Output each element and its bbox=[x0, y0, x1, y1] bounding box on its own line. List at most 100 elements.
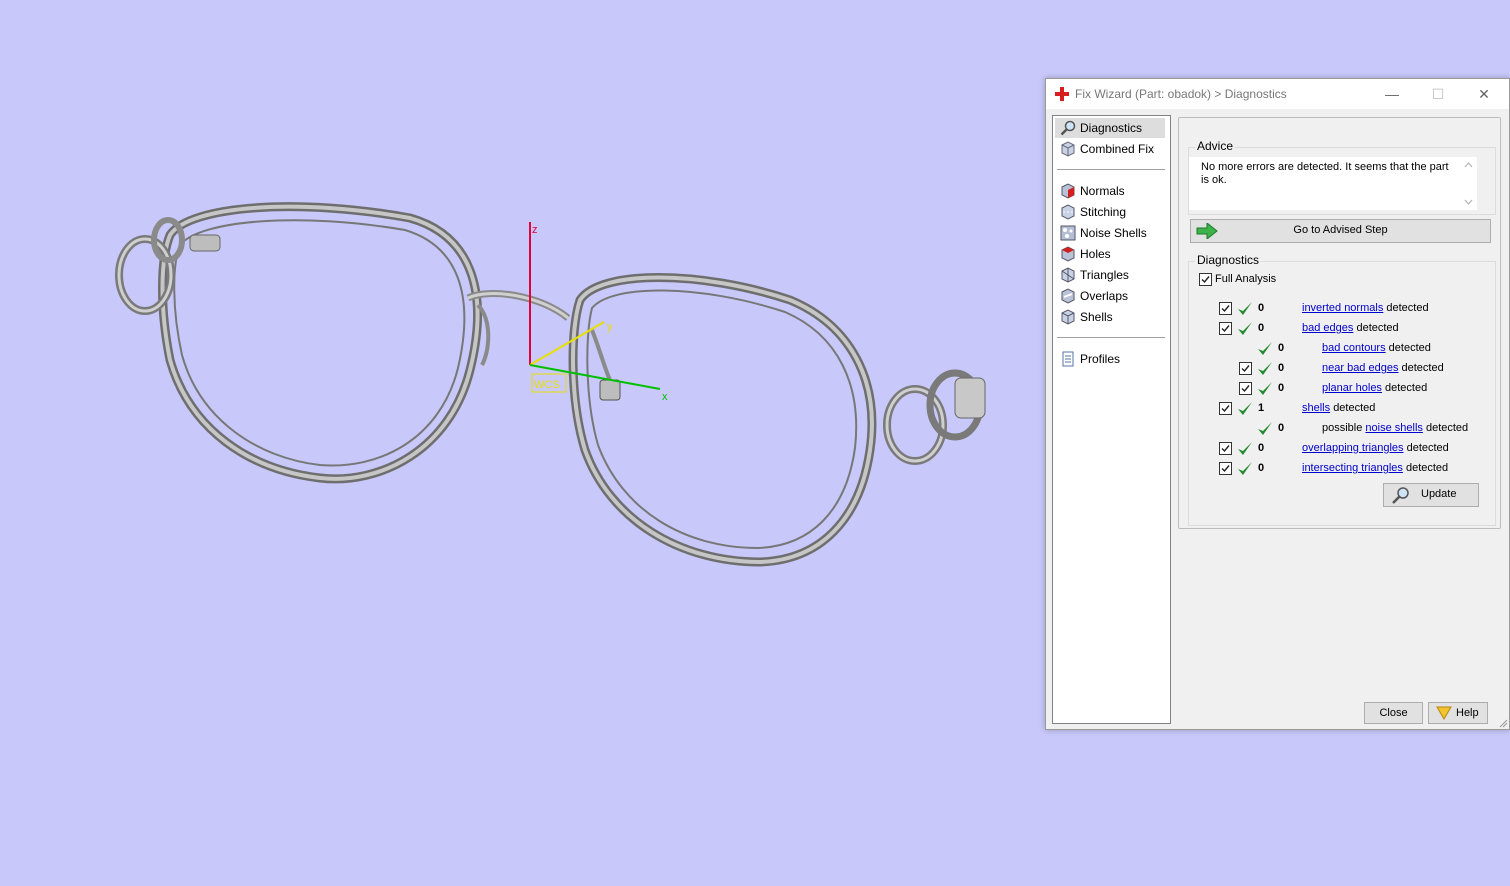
fix-wizard-dialog: Fix Wizard (Part: obadok) > Diagnostics … bbox=[1045, 78, 1510, 730]
axis-z-label: z bbox=[532, 224, 538, 236]
glasses-model[interactable]: z y x WCS bbox=[0, 0, 1040, 886]
row-checkbox[interactable] bbox=[1239, 362, 1252, 375]
row-checkbox[interactable] bbox=[1219, 322, 1232, 335]
shells-icon bbox=[1061, 309, 1075, 325]
green-check-icon bbox=[1258, 422, 1272, 435]
nav-item-diagnostics[interactable]: Diagnostics bbox=[1055, 118, 1165, 138]
help-funnel-icon bbox=[1436, 706, 1452, 720]
3d-viewport[interactable]: z y x WCS bbox=[0, 0, 1040, 886]
full-analysis-checkbox[interactable] bbox=[1199, 273, 1212, 286]
dialog-title: Fix Wizard (Part: obadok) > Diagnostics bbox=[1075, 87, 1287, 101]
bad-contours-link[interactable]: bad contours bbox=[1322, 342, 1386, 354]
row-checkbox[interactable] bbox=[1219, 462, 1232, 475]
wcs-axes: z y x WCS bbox=[529, 222, 668, 403]
row-checkbox[interactable] bbox=[1219, 402, 1232, 415]
nav-item-label: Holes bbox=[1080, 247, 1111, 261]
green-check-icon bbox=[1238, 302, 1252, 315]
planar-holes-link[interactable]: planar holes bbox=[1322, 382, 1382, 394]
right-lens-rim bbox=[568, 273, 877, 567]
stitching-icon bbox=[1061, 204, 1075, 220]
title-bar[interactable]: Fix Wizard (Part: obadok) > Diagnostics … bbox=[1046, 79, 1509, 109]
nav-item-label: Shells bbox=[1080, 310, 1113, 324]
wizard-step-list[interactable]: Diagnostics Combined Fix Normals Stitchi… bbox=[1052, 115, 1171, 724]
inverted-normals-link[interactable]: inverted normals bbox=[1302, 302, 1383, 314]
overlaps-icon bbox=[1061, 288, 1075, 304]
holes-icon bbox=[1061, 246, 1075, 262]
advice-scrollbar[interactable] bbox=[1460, 157, 1477, 210]
nav-item-shells[interactable]: Shells bbox=[1055, 307, 1165, 327]
axis-y-label: y bbox=[607, 321, 613, 333]
red-cross-icon bbox=[1055, 87, 1069, 101]
green-check-icon bbox=[1258, 342, 1272, 355]
nav-item-stitching[interactable]: Stitching bbox=[1055, 202, 1165, 222]
diagnostics-page: Advice No more errors are detected. It s… bbox=[1178, 117, 1501, 529]
intersecting-triangles-link[interactable]: intersecting triangles bbox=[1302, 462, 1403, 474]
row-checkbox[interactable] bbox=[1219, 302, 1232, 315]
shells-link[interactable]: shells bbox=[1302, 402, 1330, 414]
close-label: Close bbox=[1379, 707, 1408, 719]
triangles-icon bbox=[1061, 267, 1075, 283]
nav-item-triangles[interactable]: Triangles bbox=[1055, 265, 1165, 285]
nav-item-holes[interactable]: Holes bbox=[1055, 244, 1165, 264]
nav-separator bbox=[1057, 337, 1165, 338]
row-count: 1 bbox=[1258, 402, 1265, 414]
row-checkbox[interactable] bbox=[1219, 442, 1232, 455]
row-count: 0 bbox=[1258, 442, 1265, 454]
bad-edges-link[interactable]: bad edges bbox=[1302, 322, 1353, 334]
nav-item-label: Overlaps bbox=[1080, 289, 1129, 303]
update-button[interactable]: Update bbox=[1383, 483, 1479, 507]
green-check-icon bbox=[1238, 442, 1252, 455]
close-button[interactable]: Close bbox=[1364, 702, 1423, 724]
possible-text: possible bbox=[1322, 422, 1363, 434]
nav-item-label: Profiles bbox=[1080, 352, 1121, 366]
detected-text: detected bbox=[1425, 422, 1469, 434]
axis-x-label: x bbox=[662, 391, 668, 403]
update-label: Update bbox=[1421, 488, 1457, 500]
go-to-advised-step-button[interactable]: Go to Advised Step bbox=[1190, 219, 1491, 243]
noise-shells-icon bbox=[1060, 225, 1076, 241]
row-count: 0 bbox=[1278, 362, 1285, 374]
magnifier-icon bbox=[1060, 120, 1076, 136]
nav-item-profiles[interactable]: Profiles bbox=[1055, 349, 1165, 369]
green-check-icon bbox=[1238, 402, 1252, 415]
green-check-icon bbox=[1258, 382, 1272, 395]
noise-shells-link[interactable]: noise shells bbox=[1365, 422, 1422, 434]
document-icon bbox=[1062, 351, 1074, 367]
row-checkbox[interactable] bbox=[1239, 382, 1252, 395]
row-count: 0 bbox=[1278, 422, 1285, 434]
row-count: 0 bbox=[1278, 382, 1285, 394]
magnifier-icon bbox=[1392, 487, 1409, 504]
advice-text: No more errors are detected. It seems th… bbox=[1201, 161, 1449, 186]
detected-text: detected bbox=[1406, 442, 1449, 454]
minimize-button[interactable]: — bbox=[1369, 79, 1415, 109]
detected-text: detected bbox=[1333, 402, 1376, 414]
close-window-button[interactable]: ✕ bbox=[1461, 79, 1507, 109]
detected-text: detected bbox=[1386, 302, 1429, 314]
nav-item-label: Combined Fix bbox=[1080, 142, 1155, 156]
detected-text: detected bbox=[1385, 382, 1428, 394]
advice-text-box[interactable]: No more errors are detected. It seems th… bbox=[1189, 157, 1477, 210]
green-check-icon bbox=[1238, 322, 1252, 335]
nav-item-overlaps[interactable]: Overlaps bbox=[1055, 286, 1165, 306]
right-hinge bbox=[883, 369, 986, 465]
resize-grip-icon[interactable] bbox=[1498, 718, 1508, 728]
row-count: 0 bbox=[1258, 462, 1265, 474]
go-to-advised-step-label: Go to Advised Step bbox=[1293, 224, 1388, 236]
normals-icon bbox=[1061, 183, 1075, 199]
cube-icon bbox=[1061, 141, 1075, 157]
nav-item-label: Triangles bbox=[1080, 268, 1129, 282]
advice-group-title: Advice bbox=[1195, 139, 1236, 153]
near-bad-edges-link[interactable]: near bad edges bbox=[1322, 362, 1398, 374]
row-count: 0 bbox=[1278, 342, 1285, 354]
nav-item-label: Noise Shells bbox=[1080, 226, 1147, 240]
nav-item-combined-fix[interactable]: Combined Fix bbox=[1055, 139, 1165, 159]
overlapping-triangles-link[interactable]: overlapping triangles bbox=[1302, 442, 1404, 454]
wcs-label: WCS bbox=[534, 379, 560, 391]
nav-item-noise-shells[interactable]: Noise Shells bbox=[1055, 223, 1165, 243]
nav-item-normals[interactable]: Normals bbox=[1055, 181, 1165, 201]
green-check-icon bbox=[1238, 462, 1252, 475]
help-button[interactable]: Help bbox=[1428, 702, 1488, 724]
full-analysis-label: Full Analysis bbox=[1215, 273, 1277, 285]
detected-text: detected bbox=[1401, 362, 1444, 374]
maximize-button[interactable]: ☐ bbox=[1415, 79, 1461, 109]
